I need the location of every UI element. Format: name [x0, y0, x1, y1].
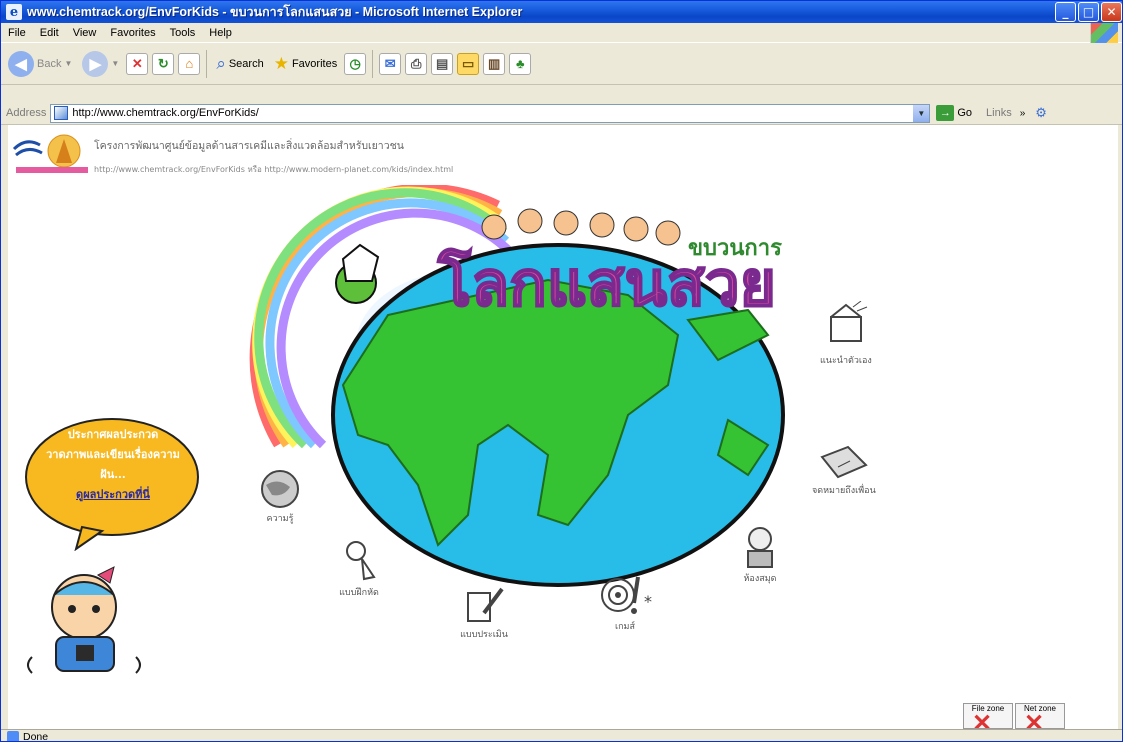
kids-group-icon: [481, 208, 681, 246]
research-icon[interactable]: ▥: [483, 52, 506, 75]
magnifier-icon: [346, 541, 376, 581]
search-button[interactable]: ⌕ Search: [213, 54, 266, 74]
back-label: Back: [37, 57, 62, 70]
toolbar: ◀ Back ▼ ▶ ▼ ✕ ↻ ⌂ ⌕ Search ★ Favorites …: [1, 43, 1122, 85]
address-field[interactable]: ▼: [50, 103, 931, 123]
chevron-right-icon[interactable]: »: [1020, 108, 1026, 119]
child-reading-icon: [747, 527, 773, 568]
status-bar: Done: [1, 729, 1122, 742]
page-header-title: โครงการพัฒนาศูนย์ข้อมูลด้านสารเคมีและสิ่…: [94, 140, 404, 152]
page-header-url: http://www.chemtrack.org/EnvForKids หรือ…: [94, 165, 454, 174]
windows-logo-icon: [1090, 23, 1118, 43]
nav-exercise[interactable]: แบบฝึกหัด: [334, 537, 384, 599]
nav-library[interactable]: ห้องสมุด: [738, 525, 782, 585]
search-label: Search: [228, 57, 264, 70]
bubble-line-1: ประกาศผลประกวด: [67, 428, 159, 441]
close-button[interactable]: ✕: [1101, 2, 1122, 22]
go-label: Go: [957, 107, 973, 119]
envelope-icon: [820, 445, 868, 479]
home-icon[interactable]: ⌂: [178, 52, 201, 75]
forward-button[interactable]: ▶ ▼: [79, 50, 122, 77]
menu-edit[interactable]: Edit: [33, 27, 66, 39]
print-icon[interactable]: ⎙: [405, 52, 428, 75]
menu-help[interactable]: Help: [202, 27, 239, 39]
favorites-button[interactable]: ★ Favorites: [271, 54, 341, 74]
refresh-icon[interactable]: ↻: [152, 52, 175, 75]
bubble-results-link[interactable]: ดูผลประกวดที่นี่: [38, 485, 188, 505]
maximize-button[interactable]: □: [1078, 2, 1099, 22]
nav-games[interactable]: * เกมส์: [594, 573, 656, 633]
chemtrack-logo-icon: [12, 134, 88, 173]
ie-logo-icon: e: [6, 4, 22, 20]
window-controls: _ □ ✕: [1055, 2, 1122, 22]
net-zone-indicator[interactable]: Net zone ✕: [1015, 703, 1065, 729]
nav-letter[interactable]: จดหมายถึงเพื่อน: [812, 443, 876, 497]
go-button[interactable]: → Go: [936, 105, 972, 121]
nav-games-label: เกมส์: [615, 622, 635, 632]
edit-icon[interactable]: ▤: [431, 52, 454, 75]
title-bar: e www.chemtrack.org/EnvForKids - ขบวนการ…: [1, 1, 1122, 23]
bubble-line-2: วาดภาพและเขียนเรื่องความ: [46, 448, 180, 461]
nav-introduce-label: แนะนำตัวเอง: [820, 356, 872, 366]
bubble-announcement: ประกาศผลประกวด วาดภาพและเขียนเรื่องความ …: [38, 425, 188, 505]
menu-view[interactable]: View: [66, 27, 104, 39]
page-icon: [54, 106, 69, 120]
search-icon: ⌕: [216, 53, 226, 73]
forward-arrow-icon: ▶: [82, 50, 109, 77]
messenger-icon[interactable]: ♣: [509, 52, 532, 75]
go-arrow-icon: →: [936, 105, 955, 121]
nav-knowledge[interactable]: ความรู้: [256, 467, 304, 525]
menu-favorites[interactable]: Favorites: [103, 27, 162, 39]
address-bar: Address ▼ → Go Links » ⚙: [1, 102, 1122, 125]
close-icon: ✕: [1024, 710, 1045, 729]
menu-file[interactable]: File: [1, 27, 33, 39]
toolbar-extension-icon[interactable]: ⚙: [1035, 105, 1047, 121]
nav-exercise-label: แบบฝึกหัด: [339, 588, 379, 598]
window-title: www.chemtrack.org/EnvForKids - ขบวนการโล…: [27, 5, 523, 19]
favorites-label: Favorites: [291, 57, 338, 70]
badge-icon: [829, 301, 868, 342]
bubble-line-3: ฝัน...: [100, 468, 126, 481]
toolbar-divider: [372, 49, 374, 78]
status-text: Done: [23, 730, 49, 742]
pencil-paper-icon: [467, 587, 504, 622]
nav-library-label: ห้องสมุด: [743, 574, 777, 584]
globe-icon: [261, 470, 299, 508]
menu-bar: File Edit View Favorites Tools Help: [1, 23, 1122, 43]
toolbar-divider: [206, 49, 208, 78]
close-icon: ✕: [972, 710, 993, 729]
folder-icon[interactable]: ▭: [457, 52, 480, 75]
chevron-down-icon[interactable]: ▼: [913, 104, 930, 122]
nav-evaluation[interactable]: แบบประเมิน: [460, 583, 508, 641]
url-input[interactable]: [72, 107, 873, 119]
stop-icon[interactable]: ✕: [126, 52, 149, 75]
nav-knowledge-label: ความรู้: [266, 514, 294, 524]
star-icon: ★: [273, 53, 289, 73]
security-zones: File zone ✕ Net zone ✕: [963, 703, 1065, 729]
browser-window: e www.chemtrack.org/EnvForKids - ขบวนการ…: [0, 0, 1123, 742]
logo-subtitle-text: ขบวนการ: [688, 236, 782, 261]
back-arrow-icon: ◀: [8, 50, 34, 77]
nav-letter-label: จดหมายถึงเพื่อน: [812, 486, 876, 496]
kid-mascot-icon: [27, 566, 141, 674]
page-done-icon: [7, 730, 19, 741]
mail-icon[interactable]: ✉: [379, 52, 402, 75]
address-label: Address: [6, 107, 47, 119]
nav-introduce[interactable]: แนะนำตัวเอง: [820, 301, 872, 367]
file-zone-indicator[interactable]: File zone ✕: [963, 703, 1013, 729]
links-label[interactable]: Links: [986, 107, 1012, 119]
page-content: โครงการพัฒนาศูนย์ข้อมูลด้านสารเคมีและสิ่…: [8, 125, 1118, 729]
spiral-icon: *: [601, 576, 652, 614]
back-button[interactable]: ◀ Back ▼: [5, 50, 75, 77]
history-icon[interactable]: ◷: [344, 52, 367, 75]
nav-evaluation-label: แบบประเมิน: [460, 630, 508, 640]
menu-tools[interactable]: Tools: [163, 27, 203, 39]
minimize-button[interactable]: _: [1055, 2, 1076, 22]
svg-text:*: *: [644, 592, 652, 611]
